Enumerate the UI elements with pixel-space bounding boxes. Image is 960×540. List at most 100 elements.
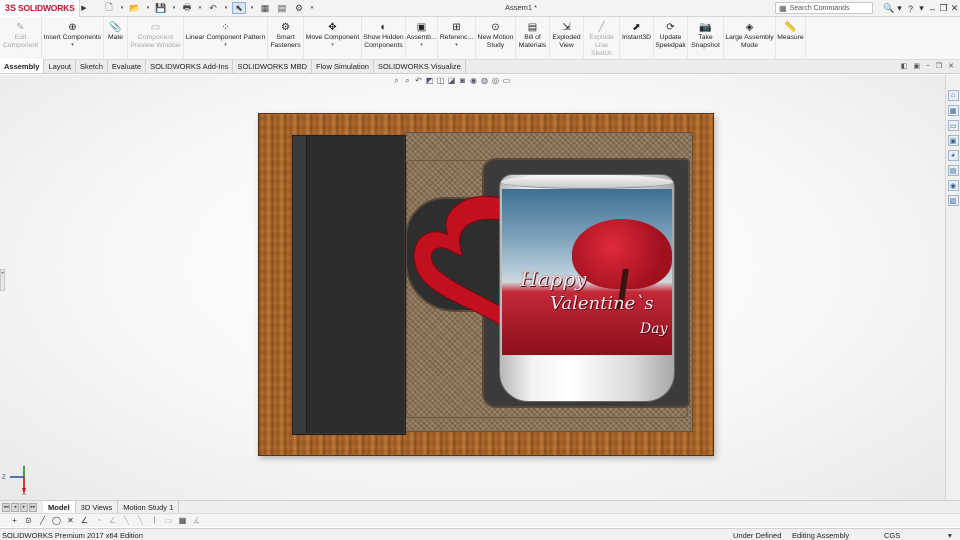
rectangle-icon[interactable]: ▭ (164, 516, 173, 525)
point-icon[interactable]: + (10, 516, 19, 525)
cmd-take-snapshot-button[interactable]: 📷 Take Snapshot (688, 17, 724, 60)
convert-icon[interactable]: ╲ (136, 516, 145, 525)
editing-mode[interactable]: Editing Assembly (792, 531, 849, 540)
bottom-tab-model[interactable]: Model (43, 501, 76, 513)
tab-solidworks-mbd[interactable]: SOLIDWORKS MBD (233, 60, 313, 73)
next-tab-icon[interactable]: ▸ (20, 502, 28, 512)
previous-view-icon[interactable]: ↶ (414, 76, 423, 86)
chevron-down-icon[interactable]: ▾ (331, 42, 334, 48)
tile-icon[interactable]: ▣ (913, 62, 920, 70)
edit-appearance-icon[interactable]: ◍ (480, 76, 489, 86)
search-dropdown-icon[interactable]: ▾ (894, 3, 905, 14)
apply-scene-icon[interactable]: ◎ (491, 76, 500, 86)
line-icon[interactable]: ╱ (38, 516, 47, 525)
options-icon[interactable]: ⚙ (292, 2, 306, 14)
view-orientation-icon[interactable]: ◪ (447, 76, 456, 86)
help-dropdown-icon[interactable]: ▾ (916, 3, 927, 14)
doc-restore-icon[interactable]: ❐ (936, 62, 942, 70)
status-bar-options-icon[interactable]: ▾ (948, 531, 952, 540)
cmd-assemb-button[interactable]: ▣ Assemb... ▾ (406, 17, 438, 60)
appearances-tab-icon[interactable]: ◕ (947, 150, 959, 161)
rebuild-icon[interactable]: ▦ (258, 2, 272, 14)
pattern-icon[interactable]: ⁞ (150, 516, 159, 525)
tab-solidworks-visualize[interactable]: SOLIDWORKS Visualize (374, 60, 466, 73)
ellipse-icon[interactable]: ◯ (52, 516, 61, 525)
solidworks-logo[interactable]: 3S SOLIDWORKS (0, 0, 80, 17)
cmd-component-preview-window-button[interactable]: ▭ Component Preview Window (128, 17, 184, 60)
prev-tab-icon[interactable]: ◂ (11, 502, 19, 512)
solidworks-resources-tab-icon[interactable]: ⌂ (947, 90, 959, 101)
search-commands-input[interactable]: ▦ Search Commands (775, 2, 873, 14)
chevron-down-icon[interactable]: ▾ (455, 42, 458, 48)
offset-icon[interactable]: ∠ (108, 516, 117, 525)
tab-assembly[interactable]: Assembly (0, 59, 45, 73)
split-view-icon[interactable]: ◧ (901, 62, 908, 70)
save-icon[interactable]: 💾 (154, 2, 168, 14)
cmd-edit-component-button[interactable]: ✎ Edit Component (0, 17, 42, 60)
chevron-down-icon[interactable]: ▾ (420, 42, 423, 48)
chevron-down-icon[interactable]: ▾ (224, 42, 227, 48)
cmd-smart-fasteners-button[interactable]: ⚙ Smart Fasteners (268, 17, 304, 60)
design-library-tab-icon[interactable]: ▦ (947, 105, 959, 116)
tutorials-tab-icon[interactable]: ▧ (947, 195, 959, 206)
cmd-measure-button[interactable]: 📏 Measure (776, 17, 806, 60)
cmd-show-hidden-components-button[interactable]: ◐ Show Hidden Components (362, 17, 406, 60)
circle-icon[interactable]: ⊙ (24, 516, 33, 525)
view-palette-tab-icon[interactable]: ▣ (947, 135, 959, 146)
section-view-icon[interactable]: ◩ (425, 76, 434, 86)
doc-minimize-icon[interactable]: – (926, 62, 930, 70)
forum-tab-icon[interactable]: ◉ (947, 180, 959, 191)
angle-icon[interactable]: ∠ (80, 516, 89, 525)
cmd-move-component-button[interactable]: ✥ Move Component ▾ (304, 17, 362, 60)
zoom-to-area-icon[interactable]: ⌕ (403, 76, 412, 86)
display-style-icon[interactable]: ◙ (458, 76, 467, 86)
hide-show-items-icon[interactable]: ◉ (469, 76, 478, 86)
search-icon[interactable]: 🔍 (883, 3, 894, 14)
menu-expand-arrow-icon[interactable]: ▶ (80, 0, 88, 17)
fillet-icon[interactable]: ◔ (94, 516, 103, 525)
dynamic-annotation-icon[interactable]: ◫ (436, 76, 445, 86)
file-explorer-tab-icon[interactable]: ▭ (947, 120, 959, 131)
dimension-icon[interactable]: ∡ (192, 516, 201, 525)
view-settings-icon[interactable]: ▭ (502, 76, 511, 86)
cmd-large-assembly-mode-button[interactable]: ◈ Large Assembly Mode (724, 17, 776, 60)
undo-dropdown-icon[interactable]: ▾ (223, 2, 229, 14)
print-icon[interactable]: 🖶 (180, 2, 194, 14)
minimize-icon[interactable]: – (927, 4, 938, 14)
tab-flow-simulation[interactable]: Flow Simulation (312, 60, 374, 73)
zoom-to-fit-icon[interactable]: ⌕ (392, 76, 401, 86)
graphics-area[interactable]: ⌕ ⌕ ↶ ◩ ◫ ◪ ◙ ◉ ◍ ◎ ▭ ◂ Happy Valentine`… (0, 75, 945, 500)
first-tab-icon[interactable]: ◂◂ (2, 502, 10, 512)
help-icon[interactable]: ? (905, 4, 916, 14)
tab-evaluate[interactable]: Evaluate (108, 60, 147, 73)
file-properties-icon[interactable]: ▤ (275, 2, 289, 14)
trim-icon[interactable]: ✕ (66, 516, 75, 525)
restore-icon[interactable]: ❐ (938, 3, 949, 14)
bottom-tab-3d-views[interactable]: 3D Views (76, 501, 119, 513)
tab-layout[interactable]: Layout (44, 60, 76, 73)
undo-icon[interactable]: ↶ (206, 2, 220, 14)
cmd-update-speedpak-button[interactable]: ⟳ Update Speedpak (654, 17, 688, 60)
cmd-explode-line-sketch-button[interactable]: ╱ Explode Line Sketch (584, 17, 620, 60)
cmd-referenc-button[interactable]: ⊞ Referenc... ▾ (438, 17, 476, 60)
cmd-insert-components-button[interactable]: ⊕ Insert Components ▾ (42, 17, 104, 60)
tab-sketch[interactable]: Sketch (76, 60, 108, 73)
tab-solidworks-add-ins[interactable]: SOLIDWORKS Add-Ins (146, 60, 234, 73)
doc-close-icon[interactable]: ✕ (948, 62, 954, 70)
cmd-exploded-view-button[interactable]: ⇲ Exploded View (550, 17, 584, 60)
new-icon[interactable]: 🗋 (102, 2, 116, 14)
grid-icon[interactable]: ▦ (178, 516, 187, 525)
cmd-linear-component-pattern-button[interactable]: ⁘ Linear Component Pattern ▾ (184, 17, 268, 60)
open-dropdown-icon[interactable]: ▾ (145, 2, 151, 14)
new-dropdown-icon[interactable]: ▾ (119, 2, 125, 14)
bottom-tab-motion-study-1[interactable]: Motion Study 1 (118, 501, 180, 513)
cmd-instant3d-button[interactable]: ⬈ Instant3D (620, 17, 654, 60)
unit-system[interactable]: CGS (884, 531, 900, 540)
mirror-icon[interactable]: ╲ (122, 516, 131, 525)
options-dropdown-icon[interactable]: ▾ (309, 2, 315, 14)
custom-properties-tab-icon[interactable]: ▤ (947, 165, 959, 176)
chevron-down-icon[interactable]: ▾ (71, 42, 74, 48)
cmd-new-motion-study-button[interactable]: ⊙ New Motion Study (476, 17, 516, 60)
close-icon[interactable]: ✕ (949, 3, 960, 14)
save-dropdown-icon[interactable]: ▾ (171, 2, 177, 14)
